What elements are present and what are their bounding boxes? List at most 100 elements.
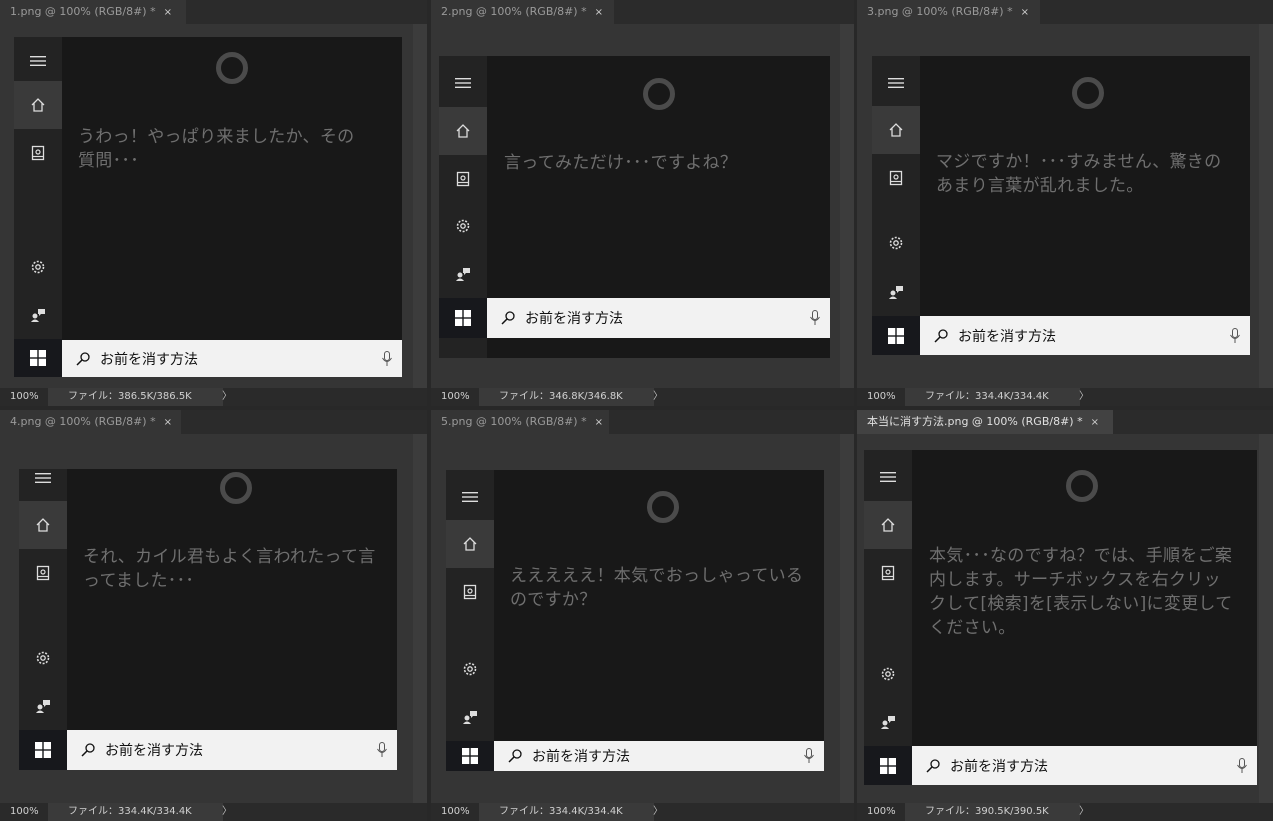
status-arrow-icon[interactable]: 〉 [1079, 803, 1089, 821]
cortana-message: 言ってみただけ･･･ですよね？ [504, 153, 738, 173]
windows-start-icon[interactable] [14, 339, 62, 377]
home-icon[interactable] [14, 81, 62, 129]
cortana-panel: うわっ！やっぱり来ましたか、その質問･･･ お前を消す方法 [14, 37, 402, 377]
vertical-scrollbar[interactable] [840, 24, 854, 388]
search-icon [508, 749, 522, 763]
status-arrow-icon[interactable]: 〉 [222, 388, 232, 406]
cortana-panel: マジですか！･･･すみません、驚きのあまり言葉が乱れました。 お前を消す方法 [872, 56, 1250, 355]
search-box[interactable]: お前を消す方法 [67, 730, 397, 770]
search-input[interactable]: お前を消す方法 [958, 326, 1056, 346]
hamburger-menu-icon[interactable] [14, 37, 62, 85]
notebook-icon[interactable] [439, 155, 487, 203]
tab-bar: 2.png @ 100% (RGB/8#) * × [431, 0, 854, 24]
zoom-level[interactable]: 100% [867, 803, 896, 821]
document-tab-4[interactable]: 4.png @ 100% (RGB/8#) * × [0, 410, 181, 434]
microphone-icon[interactable] [804, 748, 814, 764]
search-box[interactable]: お前を消す方法 [62, 340, 402, 377]
vertical-scrollbar[interactable] [1259, 24, 1273, 388]
hamburger-menu-icon[interactable] [19, 469, 67, 502]
notebook-icon[interactable] [872, 154, 920, 202]
search-box[interactable]: お前を消す方法 [494, 741, 824, 771]
vertical-scrollbar[interactable] [413, 24, 427, 388]
zoom-level[interactable]: 100% [441, 388, 470, 406]
windows-start-icon[interactable] [439, 298, 487, 338]
tab-close-icon[interactable]: × [595, 7, 603, 18]
zoom-level[interactable]: 100% [10, 803, 39, 821]
microphone-icon[interactable] [810, 310, 820, 326]
settings-gear-icon[interactable] [14, 243, 62, 291]
status-bar: 100% ファイル：346.8K/346.8K 〉 [431, 388, 854, 406]
tab-close-icon[interactable]: × [1091, 417, 1099, 428]
feedback-icon[interactable] [19, 682, 67, 730]
hamburger-menu-icon[interactable] [864, 453, 912, 501]
search-input[interactable]: お前を消す方法 [100, 349, 198, 369]
document-tab-5[interactable]: 5.png @ 100% (RGB/8#) * × [431, 410, 609, 434]
status-arrow-icon[interactable]: 〉 [653, 388, 663, 406]
windows-start-icon[interactable] [446, 741, 494, 771]
status-arrow-icon[interactable]: 〉 [1079, 388, 1089, 406]
feedback-icon[interactable] [864, 698, 912, 746]
hamburger-menu-icon[interactable] [872, 59, 920, 107]
document-tab-1[interactable]: 1.png @ 100% (RGB/8#) * × [0, 0, 186, 24]
tab-close-icon[interactable]: × [164, 417, 172, 428]
settings-gear-icon[interactable] [864, 650, 912, 698]
status-bar: 100% ファイル：390.5K/390.5K 〉 [857, 803, 1273, 821]
vertical-scrollbar[interactable] [1259, 434, 1273, 803]
search-box[interactable]: お前を消す方法 [912, 746, 1257, 785]
search-input[interactable]: お前を消す方法 [532, 746, 630, 766]
feedback-icon[interactable] [446, 693, 494, 741]
cortana-panel: それ、カイル君もよく言われたって言ってました･･･ お前を消す方法 [19, 469, 397, 770]
search-box[interactable]: お前を消す方法 [487, 298, 830, 338]
notebook-icon[interactable] [446, 568, 494, 616]
microphone-icon[interactable] [377, 742, 387, 758]
settings-gear-icon[interactable] [872, 219, 920, 267]
settings-gear-icon[interactable] [19, 634, 67, 682]
status-arrow-icon[interactable]: 〉 [653, 803, 663, 821]
tab-bar: 3.png @ 100% (RGB/8#) * × [857, 0, 1273, 24]
home-icon[interactable] [446, 520, 494, 568]
document-tab-2[interactable]: 2.png @ 100% (RGB/8#) * × [431, 0, 614, 24]
settings-gear-icon[interactable] [439, 202, 487, 250]
document-tab-3[interactable]: 3.png @ 100% (RGB/8#) * × [857, 0, 1040, 24]
microphone-icon[interactable] [1237, 757, 1247, 774]
tab-close-icon[interactable]: × [164, 7, 172, 18]
home-icon[interactable] [19, 501, 67, 549]
cortana-message: えええええ！本気でおっしゃっているのですか？ [510, 566, 804, 610]
windows-start-icon[interactable] [19, 730, 67, 770]
file-info: ファイル：334.4K/334.4K [479, 803, 654, 821]
zoom-level[interactable]: 100% [10, 388, 39, 406]
microphone-icon[interactable] [1230, 327, 1240, 344]
search-input[interactable]: お前を消す方法 [950, 756, 1048, 776]
notebook-icon[interactable] [864, 549, 912, 597]
vertical-scrollbar[interactable] [840, 434, 854, 803]
feedback-icon[interactable] [439, 250, 487, 298]
tab-label: 本当に消す方法.png @ 100% (RGB/8#) * [867, 415, 1083, 428]
status-arrow-icon[interactable]: 〉 [222, 803, 232, 821]
windows-start-icon[interactable] [872, 316, 920, 355]
home-icon[interactable] [439, 107, 487, 155]
tab-label: 1.png @ 100% (RGB/8#) * [10, 5, 156, 18]
search-box[interactable]: お前を消す方法 [920, 316, 1250, 355]
search-input[interactable]: お前を消す方法 [525, 308, 623, 328]
windows-start-icon[interactable] [864, 746, 912, 785]
notebook-icon[interactable] [19, 549, 67, 597]
vertical-scrollbar[interactable] [413, 434, 427, 803]
cortana-rail [446, 470, 494, 771]
settings-gear-icon[interactable] [446, 645, 494, 693]
tab-bar: 本当に消す方法.png @ 100% (RGB/8#) * × [857, 410, 1273, 434]
document-tab-6[interactable]: 本当に消す方法.png @ 100% (RGB/8#) * × [857, 410, 1113, 434]
tab-close-icon[interactable]: × [595, 417, 603, 428]
zoom-level[interactable]: 100% [441, 803, 470, 821]
microphone-icon[interactable] [382, 350, 392, 367]
hamburger-menu-icon[interactable] [439, 59, 487, 107]
feedback-icon[interactable] [872, 268, 920, 316]
cortana-message: それ、カイル君もよく言われたって言ってました･･･ [83, 547, 376, 591]
home-icon[interactable] [872, 106, 920, 154]
search-input[interactable]: お前を消す方法 [105, 740, 203, 760]
zoom-level[interactable]: 100% [867, 388, 896, 406]
tab-close-icon[interactable]: × [1021, 7, 1029, 18]
hamburger-menu-icon[interactable] [446, 473, 494, 521]
notebook-icon[interactable] [14, 129, 62, 177]
home-icon[interactable] [864, 501, 912, 549]
feedback-icon[interactable] [14, 291, 62, 339]
